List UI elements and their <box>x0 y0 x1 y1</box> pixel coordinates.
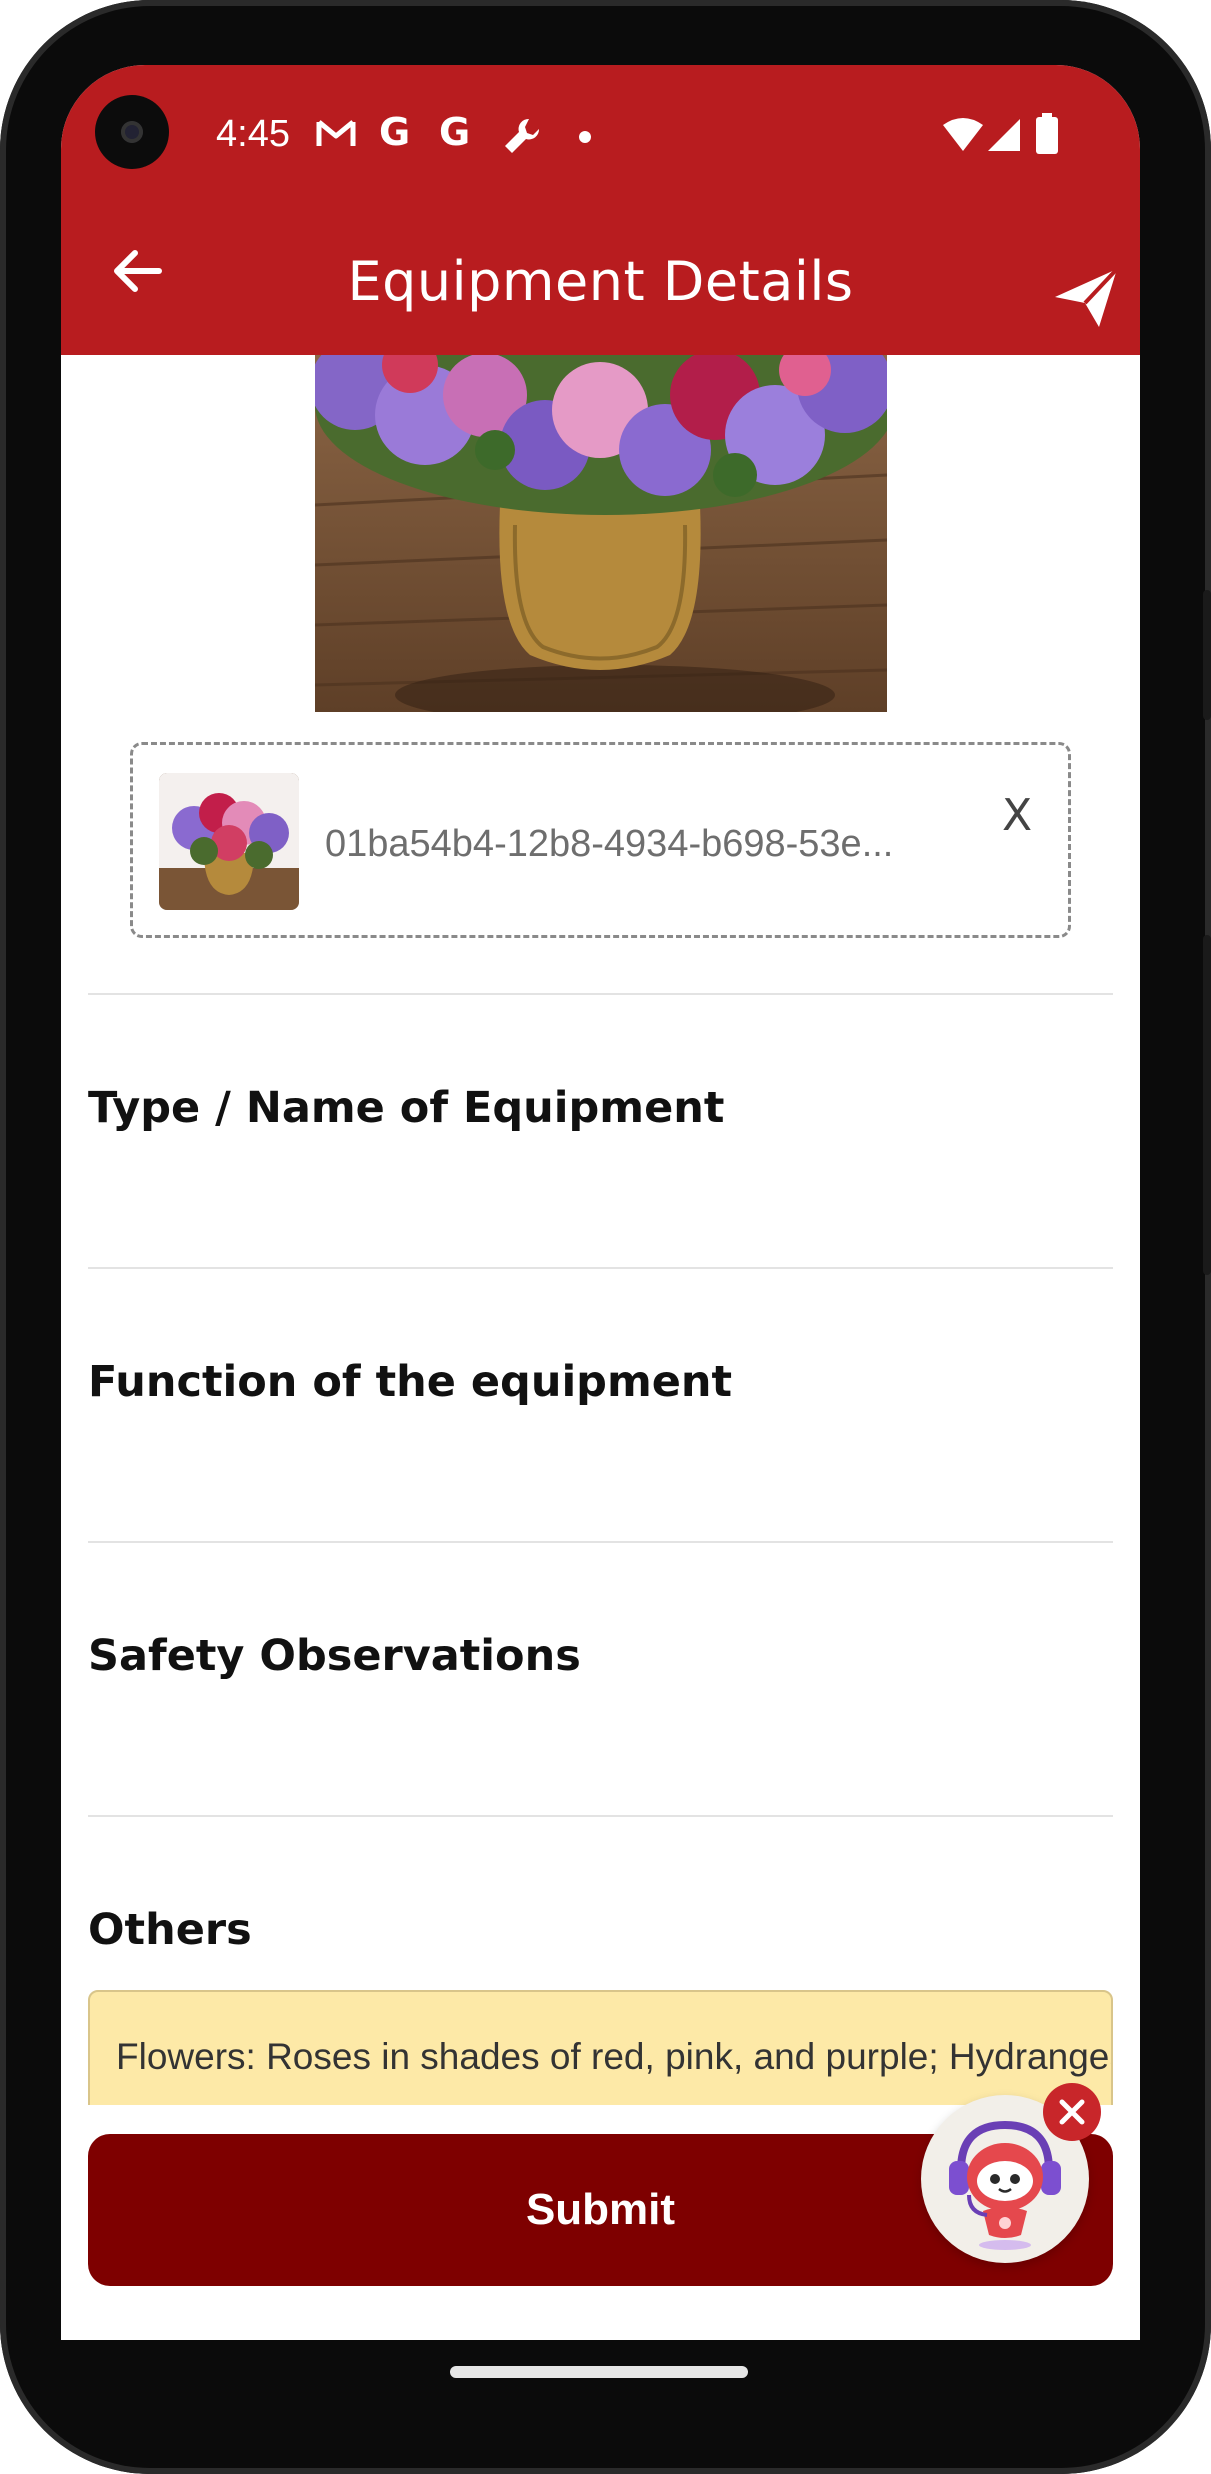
home-indicator[interactable] <box>450 2366 748 2378</box>
divider <box>88 1815 1113 1817</box>
field-label-others: Others <box>88 1905 252 1955</box>
close-icon <box>1059 2099 1085 2125</box>
page-title: Equipment Details <box>347 250 854 313</box>
signal-icon <box>988 119 1020 151</box>
attachment-filename: 01ba54b4-12b8-4934-b698-53e... <box>325 823 894 865</box>
wrench-icon <box>505 118 540 153</box>
divider <box>88 993 1113 995</box>
divider <box>88 1541 1113 1543</box>
field-label-equipment-type: Type / Name of Equipment <box>88 1083 725 1133</box>
front-camera <box>95 95 169 169</box>
divider <box>88 1267 1113 1269</box>
app-header: 4:45 G G Equipment Details <box>61 65 1140 355</box>
google-icon: G <box>379 110 411 154</box>
volume-button <box>1203 935 1211 1275</box>
remove-attachment-button[interactable]: X <box>1002 790 1032 841</box>
attachment-card: 01ba54b4-12b8-4934-b698-53e... X <box>130 742 1071 938</box>
dot-icon <box>579 131 591 143</box>
safety-observations-field[interactable] <box>88 1693 1113 1783</box>
attachment-thumbnail[interactable] <box>159 773 299 910</box>
equipment-type-field[interactable] <box>88 1145 1113 1235</box>
equipment-function-field[interactable] <box>88 1419 1113 1509</box>
gmail-icon <box>316 120 356 146</box>
equipment-photo <box>315 355 887 712</box>
wifi-icon <box>943 118 983 151</box>
power-button <box>1203 590 1211 720</box>
status-time: 4:45 <box>216 113 290 155</box>
google-icon: G <box>439 110 471 154</box>
field-label-equipment-function: Function of the equipment <box>88 1357 733 1407</box>
send-button[interactable] <box>1051 263 1121 333</box>
close-assistant-button[interactable] <box>1043 2083 1101 2141</box>
field-label-safety-observations: Safety Observations <box>88 1631 581 1681</box>
others-field-value: Flowers: Roses in shades of red, pink, a… <box>116 2036 1113 2077</box>
battery-icon <box>1036 113 1058 154</box>
app-screen: 4:45 G G Equipment Details 01ba54b4-12b8… <box>61 65 1140 2340</box>
